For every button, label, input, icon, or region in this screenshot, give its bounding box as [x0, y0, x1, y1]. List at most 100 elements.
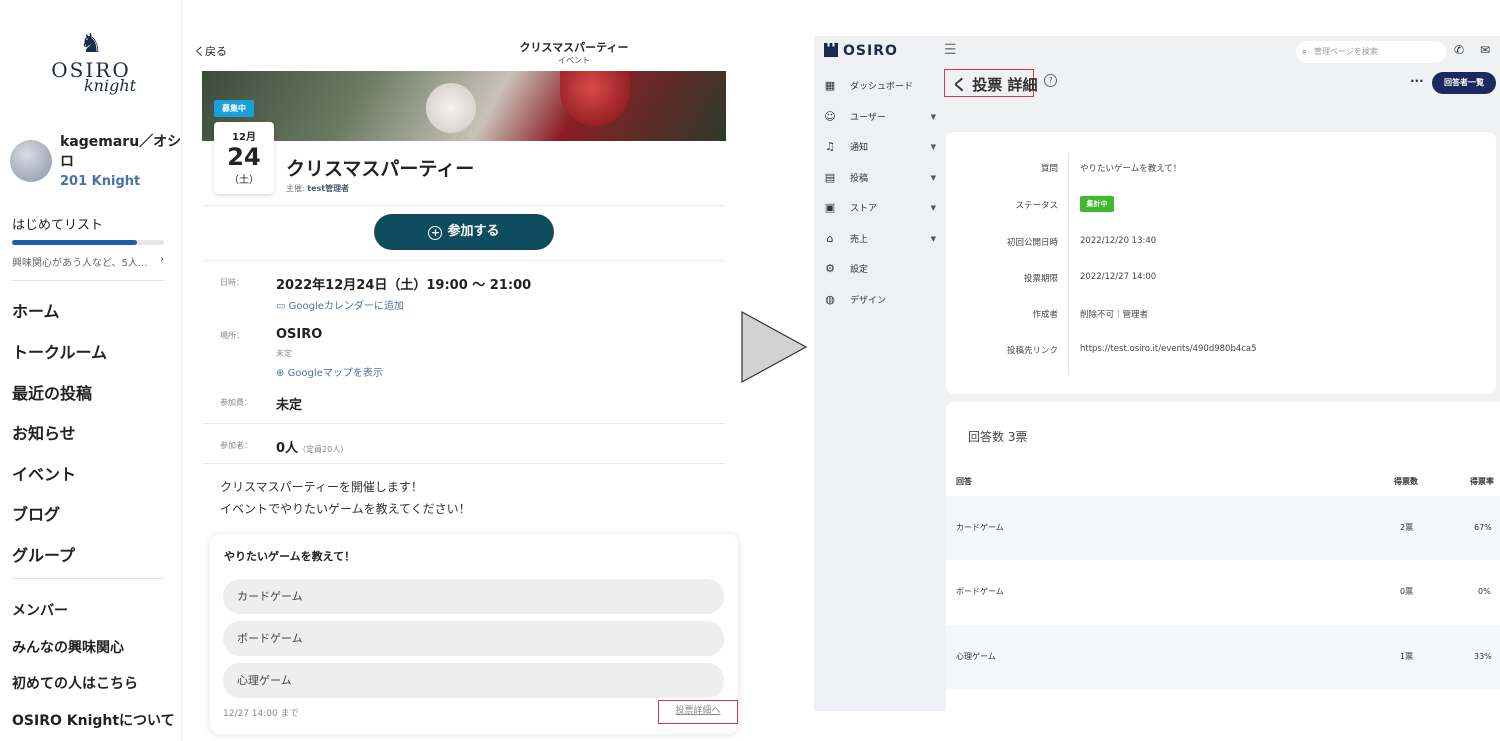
- cell-votes: 2票: [1400, 523, 1414, 532]
- checklist-title[interactable]: はじめてリスト: [12, 214, 103, 233]
- osiro-knight-logo[interactable]: ♞ OSIRO knight: [36, 30, 146, 110]
- column-header-rate: 得票率: [1470, 477, 1494, 486]
- checklist-subtitle[interactable]: 興味関心があう人など、5人... ›: [12, 254, 164, 269]
- nav-notifications[interactable]: お知らせ: [12, 420, 76, 444]
- date-weekday: （土）: [229, 175, 259, 186]
- divider: [202, 260, 726, 261]
- nav-events[interactable]: イベント: [12, 461, 76, 485]
- detail-label-status: ステータス: [1015, 201, 1058, 211]
- google-map-link[interactable]: ⊕ Googleマップを表示: [276, 364, 383, 379]
- admin-search-input[interactable]: ⌕ 管理ページを検索: [1296, 41, 1446, 63]
- event-description-line: イベントでやりたいゲームを教えてください！: [220, 502, 471, 516]
- member-sidebar: ♞ OSIRO knight kagemaru／オシロ 201 Knight は…: [0, 0, 182, 741]
- cell-votes: 0票: [1400, 587, 1414, 596]
- admin-nav-item[interactable]: ☺ ユーザー ▼: [824, 109, 936, 125]
- nav-groups[interactable]: グループ: [12, 542, 75, 566]
- column-header-votes: 得票数: [1394, 477, 1418, 486]
- admin-nav-label: デザイン: [850, 295, 887, 306]
- search-placeholder: 管理ページを検索: [1314, 47, 1378, 56]
- calendar-link-label: Googleカレンダーに追加: [288, 301, 404, 312]
- table-row: ボードゲーム 0票 0%: [946, 560, 1500, 624]
- admin-nav-item[interactable]: ◍ デザイン: [824, 292, 936, 308]
- host-label: 主催:: [286, 184, 305, 193]
- column-header-answer: 回答: [956, 477, 972, 486]
- nav-first-timers[interactable]: 初めての人はこちら: [12, 673, 138, 693]
- profile-summary[interactable]: kagemaru／オシロ 201 Knight: [10, 132, 182, 192]
- admin-topbar: ☰ ⌕ 管理ページを検索 ✆ ✉: [944, 36, 1500, 68]
- nav-blog[interactable]: ブログ: [12, 501, 60, 525]
- announcement-icon[interactable]: ✆: [1454, 43, 1464, 57]
- divider: [1068, 154, 1069, 374]
- table-row: 心理ゲーム 1票 33%: [946, 625, 1500, 689]
- cover-ornament: [560, 71, 630, 126]
- divider: [202, 463, 726, 464]
- nav-interests[interactable]: みんなの興味関心: [12, 637, 124, 657]
- store-icon: ▣: [824, 201, 836, 214]
- chevron-down-icon[interactable]: ▼: [931, 200, 936, 216]
- page-title[interactable]: く 投票 詳細: [952, 74, 1037, 95]
- chevron-right-icon: ›: [160, 254, 164, 265]
- place-value: OSIRO: [276, 327, 323, 342]
- admin-nav-item[interactable]: ⌂ 売上 ▼: [824, 231, 937, 247]
- nav-recent-posts[interactable]: 最近の投稿: [12, 380, 92, 404]
- user-face-icon: ☺: [824, 109, 836, 123]
- chevron-down-icon[interactable]: ▼: [931, 109, 936, 125]
- event-cover-image: [202, 71, 726, 141]
- host-name[interactable]: test管理者: [307, 184, 349, 193]
- detail-value-published: 2022/12/20 13:40: [1080, 236, 1157, 246]
- nav-members[interactable]: メンバー: [12, 600, 68, 620]
- participants-label: 参加者：: [220, 441, 252, 450]
- nav-home[interactable]: ホーム: [12, 298, 60, 322]
- participants-value[interactable]: 0人（定員20人）: [276, 437, 348, 456]
- divider: [12, 578, 164, 579]
- join-button-label: 参加する: [447, 224, 500, 239]
- checklist-subtitle-text: 興味関心があう人など、5人...: [12, 258, 148, 269]
- mail-icon[interactable]: ✉: [1480, 43, 1490, 57]
- poll-option[interactable]: 心理ゲーム: [223, 663, 724, 698]
- chevron-down-icon[interactable]: ▼: [931, 231, 936, 247]
- admin-logo[interactable]: OSIRO: [824, 43, 898, 59]
- checklist-progress-bar: [12, 240, 164, 245]
- detail-label-link: 投稿先リンク: [1006, 346, 1058, 356]
- more-options-icon[interactable]: ···: [1410, 74, 1424, 88]
- google-calendar-link[interactable]: ▭ Googleカレンダーに追加: [276, 297, 404, 312]
- detail-label-author: 作成者: [1032, 310, 1058, 320]
- poll-detail-card: 質問 やりたいゲームを教えて！ ステータス 集計中 初回公開日時 2022/12…: [946, 132, 1496, 394]
- event-description-line: クリスマスパーティーを開催します！: [220, 480, 423, 494]
- poll-detail-link[interactable]: 投票詳細へ: [658, 700, 738, 724]
- nav-talkroom[interactable]: トークルーム: [12, 339, 107, 363]
- poll-option[interactable]: ボードゲーム: [223, 621, 724, 656]
- admin-nav-item[interactable]: ⚙ 設定: [824, 261, 936, 277]
- poll-card: やりたいゲームを教えて！ カードゲーム ボードゲーム 心理ゲーム 12/27 1…: [210, 534, 738, 734]
- gear-icon: ⚙: [825, 262, 835, 275]
- poll-option[interactable]: カードゲーム: [223, 579, 724, 614]
- bank-icon: ⌂: [826, 231, 834, 245]
- admin-nav-label: 通知: [850, 143, 869, 153]
- admin-nav-item[interactable]: ▣ ストア ▼: [824, 200, 936, 216]
- admin-nav-label: 売上: [850, 234, 869, 245]
- date-label: 日時：: [220, 278, 244, 287]
- cell-rate: 33%: [1474, 652, 1492, 661]
- respondents-list-button[interactable]: 回答者一覧: [1432, 72, 1496, 94]
- chevron-down-icon[interactable]: ▼: [931, 139, 936, 155]
- user-name: kagemaru／オシロ: [60, 134, 182, 170]
- event-date-card: 12月 24 （土）: [214, 122, 274, 194]
- join-button[interactable]: + 参加する: [374, 214, 554, 250]
- admin-nav-item[interactable]: ♫ 通知 ▼: [824, 139, 936, 155]
- admin-nav-item[interactable]: ▦ ダッシュボード: [824, 78, 936, 94]
- calendar-icon: ▭: [276, 301, 289, 312]
- hamburger-menu-icon[interactable]: ☰: [944, 42, 957, 58]
- event-header: く戻る クリスマスパーティー イベント: [184, 36, 740, 70]
- help-icon[interactable]: ?: [1044, 74, 1057, 87]
- cell-rate: 67%: [1474, 523, 1492, 532]
- participants-count: 0人: [276, 441, 299, 456]
- avatar[interactable]: [10, 140, 52, 182]
- participants-capacity: （定員20人）: [298, 445, 349, 454]
- palette-icon: ◍: [825, 292, 835, 306]
- detail-value-deadline: 2022/12/27 14:00: [1080, 272, 1157, 282]
- detail-value-link[interactable]: https://test.osiro.it/events/490d980b4ca…: [1080, 344, 1257, 354]
- admin-nav-item[interactable]: ▤ 投稿 ▼: [824, 170, 936, 186]
- nav-about-knight[interactable]: OSIRO Knightについて: [12, 710, 175, 730]
- chevron-down-icon[interactable]: ▼: [931, 170, 936, 186]
- event-detail-panel: く戻る クリスマスパーティー イベント 募集中 12月 24 （土） クリスマス…: [184, 0, 740, 741]
